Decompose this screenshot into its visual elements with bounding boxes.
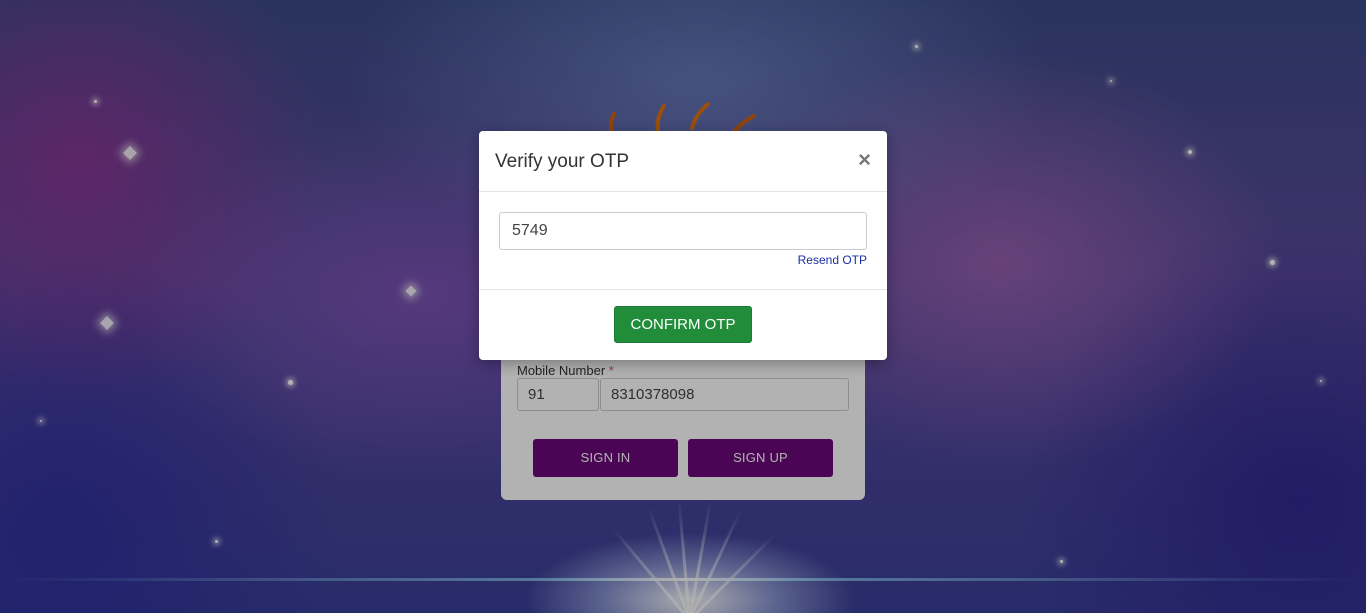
page-background: Mobile Number * 91 8310378098 SIGN IN SI… <box>0 0 1366 613</box>
resend-otp-link[interactable]: Resend OTP <box>798 253 867 267</box>
close-icon[interactable]: × <box>858 149 871 171</box>
otp-input[interactable] <box>499 212 867 250</box>
confirm-otp-button[interactable]: CONFIRM OTP <box>614 306 752 343</box>
modal-title: Verify your OTP <box>495 151 630 172</box>
modal-header: Verify your OTP × <box>479 131 887 192</box>
modal-footer: CONFIRM OTP <box>479 290 887 360</box>
verify-otp-modal: Verify your OTP × Resend OTP CONFIRM OTP <box>479 131 887 360</box>
modal-body: Resend OTP <box>479 192 887 290</box>
